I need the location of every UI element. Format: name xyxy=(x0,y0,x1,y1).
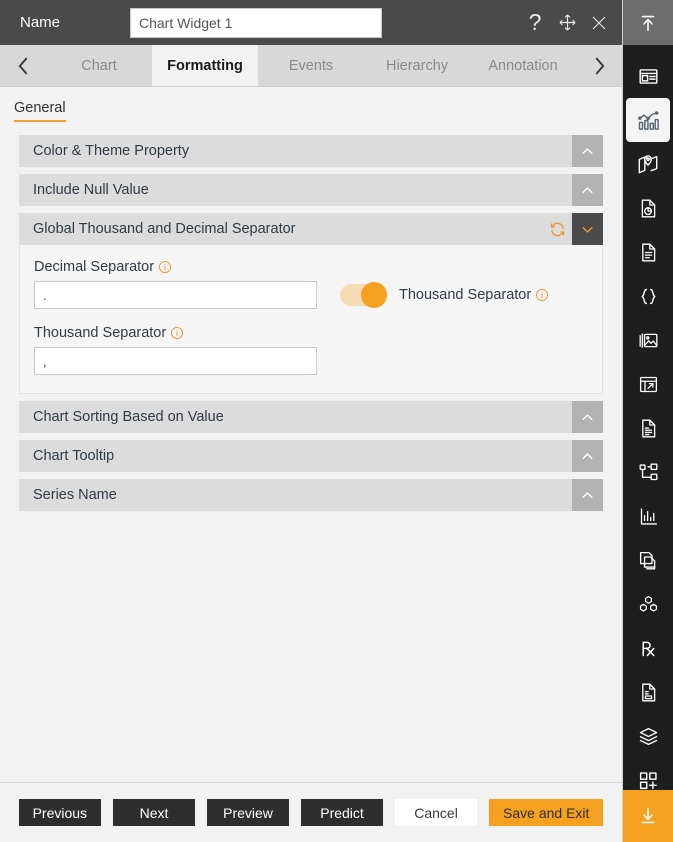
section-title: Include Null Value xyxy=(33,182,149,198)
chevron-right-icon[interactable] xyxy=(576,45,622,86)
decimal-separator-input[interactable] xyxy=(34,281,317,309)
right-toolbar xyxy=(623,0,673,842)
section-header[interactable]: Color & Theme Property xyxy=(19,135,603,167)
name-label: Name xyxy=(20,14,61,31)
predict-button[interactable]: Predict xyxy=(301,799,384,826)
separator-settings-panel: Decimal Separator . Thousand Separator T… xyxy=(19,245,603,394)
help-icon[interactable]: ? xyxy=(524,11,546,34)
thousand-separator-input[interactable] xyxy=(34,347,317,375)
chevron-left-icon[interactable] xyxy=(0,45,46,86)
thousand-separator-label-text: Thousand Separator xyxy=(34,325,167,341)
section-title: Chart Sorting Based on Value xyxy=(33,409,224,425)
section-header[interactable]: Chart Tooltip xyxy=(19,440,603,472)
close-icon[interactable] xyxy=(588,12,610,34)
collapse-up-icon[interactable] xyxy=(623,0,673,45)
chevron-up-icon[interactable] xyxy=(572,479,603,511)
tab-strip: Chart Formatting Events Hierarchy Annota… xyxy=(0,45,622,87)
add-widget-icon[interactable] xyxy=(626,758,670,790)
document-pie-chart-icon[interactable] xyxy=(626,186,670,230)
chart-icon[interactable] xyxy=(626,98,670,142)
chevron-up-icon[interactable] xyxy=(572,135,603,167)
decimal-separator-row: Thousand Separator xyxy=(34,281,602,309)
decimal-separator-label: Decimal Separator xyxy=(34,259,602,275)
section-color-theme-property: Color & Theme Property xyxy=(19,135,603,167)
settings-body: Color & Theme Property Include Null Valu… xyxy=(0,127,622,782)
section-chart-sorting-based-on-value: Chart Sorting Based on Value xyxy=(19,401,603,433)
section-chart-tooltip: Chart Tooltip xyxy=(19,440,603,472)
next-button[interactable]: Next xyxy=(113,799,196,826)
sub-tab-bar: General xyxy=(0,87,622,127)
image-gallery-icon[interactable] xyxy=(626,318,670,362)
preview-button[interactable]: Preview xyxy=(207,799,290,826)
info-icon[interactable] xyxy=(170,326,184,340)
previous-button[interactable]: Previous xyxy=(18,799,102,826)
sub-tab-general[interactable]: General xyxy=(14,100,66,122)
cancel-button[interactable]: Cancel xyxy=(395,799,478,826)
copy-document-icon[interactable] xyxy=(626,538,670,582)
chevron-down-icon[interactable] xyxy=(572,213,603,245)
section-title: Chart Tooltip xyxy=(33,448,115,464)
code-braces-icon[interactable] xyxy=(626,274,670,318)
tab-formatting[interactable]: Formatting xyxy=(152,45,258,86)
chevron-up-icon[interactable] xyxy=(572,401,603,433)
toggle-label-text: Thousand Separator xyxy=(399,287,532,303)
form-document-icon[interactable] xyxy=(626,670,670,714)
table-grid-icon[interactable] xyxy=(626,362,670,406)
report-icon[interactable] xyxy=(626,406,670,450)
section-include-null-value: Include Null Value xyxy=(19,174,603,206)
rail-items xyxy=(623,45,673,790)
widget-name-input[interactable] xyxy=(130,7,382,38)
move-icon[interactable] xyxy=(556,12,578,34)
card-layout-icon[interactable] xyxy=(626,54,670,98)
refresh-icon[interactable] xyxy=(542,213,572,245)
prescription-rx-icon[interactable] xyxy=(626,626,670,670)
section-header[interactable]: Series Name xyxy=(19,479,603,511)
widget-config-dialog: Name ? xyxy=(0,0,673,842)
tab-events[interactable]: Events xyxy=(258,45,364,86)
section-title: Series Name xyxy=(33,487,117,503)
bar-chart-icon[interactable] xyxy=(626,494,670,538)
tab-hierarchy[interactable]: Hierarchy xyxy=(364,45,470,86)
thousand-separator-toggle-label: Thousand Separator xyxy=(399,287,549,303)
section-header[interactable]: Global Thousand and Decimal Separator xyxy=(19,213,603,245)
cubes-icon[interactable] xyxy=(626,582,670,626)
decimal-separator-label-text: Decimal Separator xyxy=(34,259,155,275)
section-title: Global Thousand and Decimal Separator xyxy=(33,221,296,237)
tab-chart[interactable]: Chart xyxy=(46,45,152,86)
main-panel: Name ? xyxy=(0,0,623,842)
titlebar-actions: ? xyxy=(524,11,610,34)
info-icon[interactable] xyxy=(158,260,172,274)
toggle-knob xyxy=(361,282,387,308)
save-and-exit-button[interactable]: Save and Exit xyxy=(489,799,604,826)
hierarchy-tree-icon[interactable] xyxy=(626,450,670,494)
section-header[interactable]: Include Null Value xyxy=(19,174,603,206)
layers-icon[interactable] xyxy=(626,714,670,758)
chevron-up-icon[interactable] xyxy=(572,440,603,472)
tabs-container: Chart Formatting Events Hierarchy Annota… xyxy=(46,45,576,86)
tab-annotation[interactable]: Annotation xyxy=(470,45,576,86)
dialog-titlebar: Name ? xyxy=(0,0,622,45)
document-icon[interactable] xyxy=(626,230,670,274)
thousand-separator-label: Thousand Separator xyxy=(34,325,602,341)
thousand-separator-toggle-group: Thousand Separator xyxy=(340,282,549,308)
thousand-separator-toggle[interactable] xyxy=(340,282,387,308)
section-title: Color & Theme Property xyxy=(33,143,190,159)
chevron-up-icon[interactable] xyxy=(572,174,603,206)
info-icon[interactable] xyxy=(535,288,549,302)
dialog-footer: Previous Next Preview Predict Cancel Sav… xyxy=(0,782,622,842)
section-header[interactable]: Chart Sorting Based on Value xyxy=(19,401,603,433)
map-icon[interactable] xyxy=(626,142,670,186)
section-series-name: Series Name xyxy=(19,479,603,511)
expand-down-icon[interactable] xyxy=(623,790,673,842)
section-global-thousand-decimal-separator: Global Thousand and Decimal Separator De… xyxy=(19,213,603,394)
